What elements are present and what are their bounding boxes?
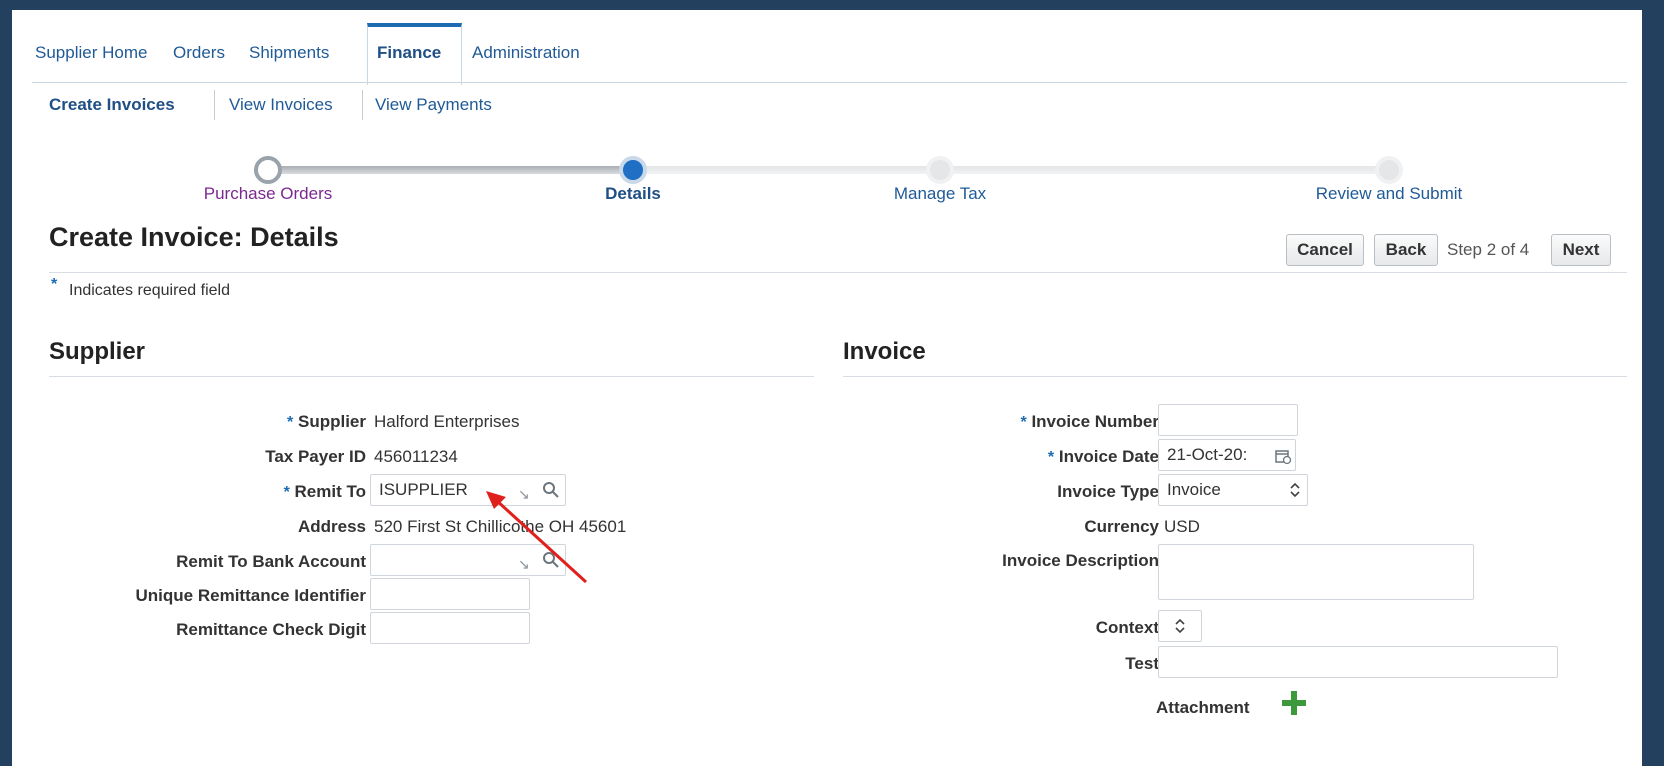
address-label: Address — [297, 517, 366, 536]
test-input[interactable] — [1158, 646, 1558, 678]
train-stop-manage-tax[interactable] — [926, 156, 954, 184]
annotation-red-arrow — [486, 491, 588, 584]
test-label: Test — [1125, 654, 1159, 673]
train-stop-purchase-orders[interactable] — [254, 156, 282, 184]
train-label-purchase-orders[interactable]: Purchase Orders — [204, 184, 333, 204]
currency-value: USD — [1164, 517, 1200, 536]
page-title: Create Invoice: Details — [49, 222, 339, 252]
select-arrows-icon[interactable] — [1173, 618, 1187, 634]
invoice-divider — [843, 376, 1627, 377]
required-star: * — [283, 484, 290, 501]
remit-to-label: * Remit To — [284, 482, 366, 502]
invoice-description-textarea[interactable] — [1158, 544, 1474, 600]
invoice-type-label: Invoice Type — [1057, 482, 1159, 501]
train-line-pending — [634, 166, 1394, 174]
unique-remittance-label: Unique Remittance Identifier — [135, 586, 366, 605]
train-label-manage-tax[interactable]: Manage Tax — [894, 184, 986, 204]
tab-orders[interactable]: Orders — [173, 43, 225, 63]
subtab-create-invoices[interactable]: Create Invoices — [49, 95, 175, 115]
back-button[interactable]: Back — [1374, 234, 1438, 266]
subtab-separator — [214, 90, 215, 120]
context-label: Context — [1095, 618, 1159, 637]
subtab-view-invoices[interactable]: View Invoices — [229, 95, 333, 115]
tab-supplier-home[interactable]: Supplier Home — [35, 43, 147, 63]
tab-finance[interactable]: Finance — [377, 43, 441, 63]
invoice-description-label: Invoice Description — [1002, 551, 1159, 570]
train-line-completed — [254, 166, 634, 174]
required-star: * — [51, 276, 58, 293]
taxpayer-value: 456011234 — [374, 447, 458, 466]
cancel-button[interactable]: Cancel — [1286, 234, 1364, 266]
train-stop-details — [619, 156, 647, 184]
required-star: * — [1047, 449, 1055, 466]
tab-administration[interactable]: Administration — [472, 43, 580, 63]
subtab-view-payments[interactable]: View Payments — [375, 95, 492, 115]
invoice-type-select[interactable]: Invoice — [1158, 474, 1308, 506]
supplier-heading: Supplier — [49, 338, 146, 365]
invoice-type-value: Invoice — [1167, 480, 1221, 499]
subtab-separator — [362, 90, 363, 120]
supplier-label-text: Supplier — [297, 412, 366, 431]
invoice-date-label-text: Invoice Date — [1058, 447, 1159, 466]
bank-account-label: Remit To Bank Account — [176, 552, 366, 571]
supplier-value: Halford Enterprises — [374, 412, 520, 431]
supplier-divider — [49, 376, 814, 377]
taxpayer-label: Tax Payer ID — [265, 447, 366, 466]
tab-baseline — [32, 82, 1627, 83]
invoice-number-label-text: Invoice Number — [1031, 412, 1159, 431]
step-indicator: Step 2 of 4 — [1447, 240, 1530, 259]
currency-label: Currency — [1084, 517, 1159, 536]
calendar-icon[interactable] — [1274, 447, 1292, 465]
add-icon[interactable] — [1280, 689, 1308, 717]
required-star: * — [1020, 414, 1027, 431]
train-label-details: Details — [605, 184, 661, 203]
supplier-label: * Supplier — [287, 412, 366, 432]
train-stop-review-submit[interactable] — [1375, 156, 1403, 184]
invoice-date-label: * Invoice Date — [1048, 447, 1159, 467]
tab-shipments[interactable]: Shipments — [249, 43, 329, 63]
invoice-number-input[interactable] — [1158, 404, 1298, 436]
required-note: Indicates required field — [69, 282, 230, 299]
check-digit-label: Remittance Check Digit — [176, 620, 366, 639]
select-arrows-icon[interactable] — [1288, 482, 1302, 498]
title-divider — [49, 272, 1627, 273]
app-window: Supplier Home Orders Shipments Finance A… — [12, 10, 1642, 766]
remit-to-value: ISUPPLIER — [379, 480, 468, 499]
train-label-review-submit[interactable]: Review and Submit — [1316, 184, 1462, 204]
remit-to-label-text: Remit To — [294, 482, 366, 501]
invoice-number-label: * Invoice Number — [1020, 412, 1159, 432]
required-star: * — [287, 414, 294, 431]
check-digit-input[interactable] — [370, 612, 530, 644]
invoice-heading: Invoice — [843, 338, 926, 365]
next-button[interactable]: Next — [1551, 234, 1611, 266]
invoice-date-value: 21-Oct-20: — [1167, 445, 1248, 464]
attachment-label: Attachment — [1156, 698, 1250, 717]
